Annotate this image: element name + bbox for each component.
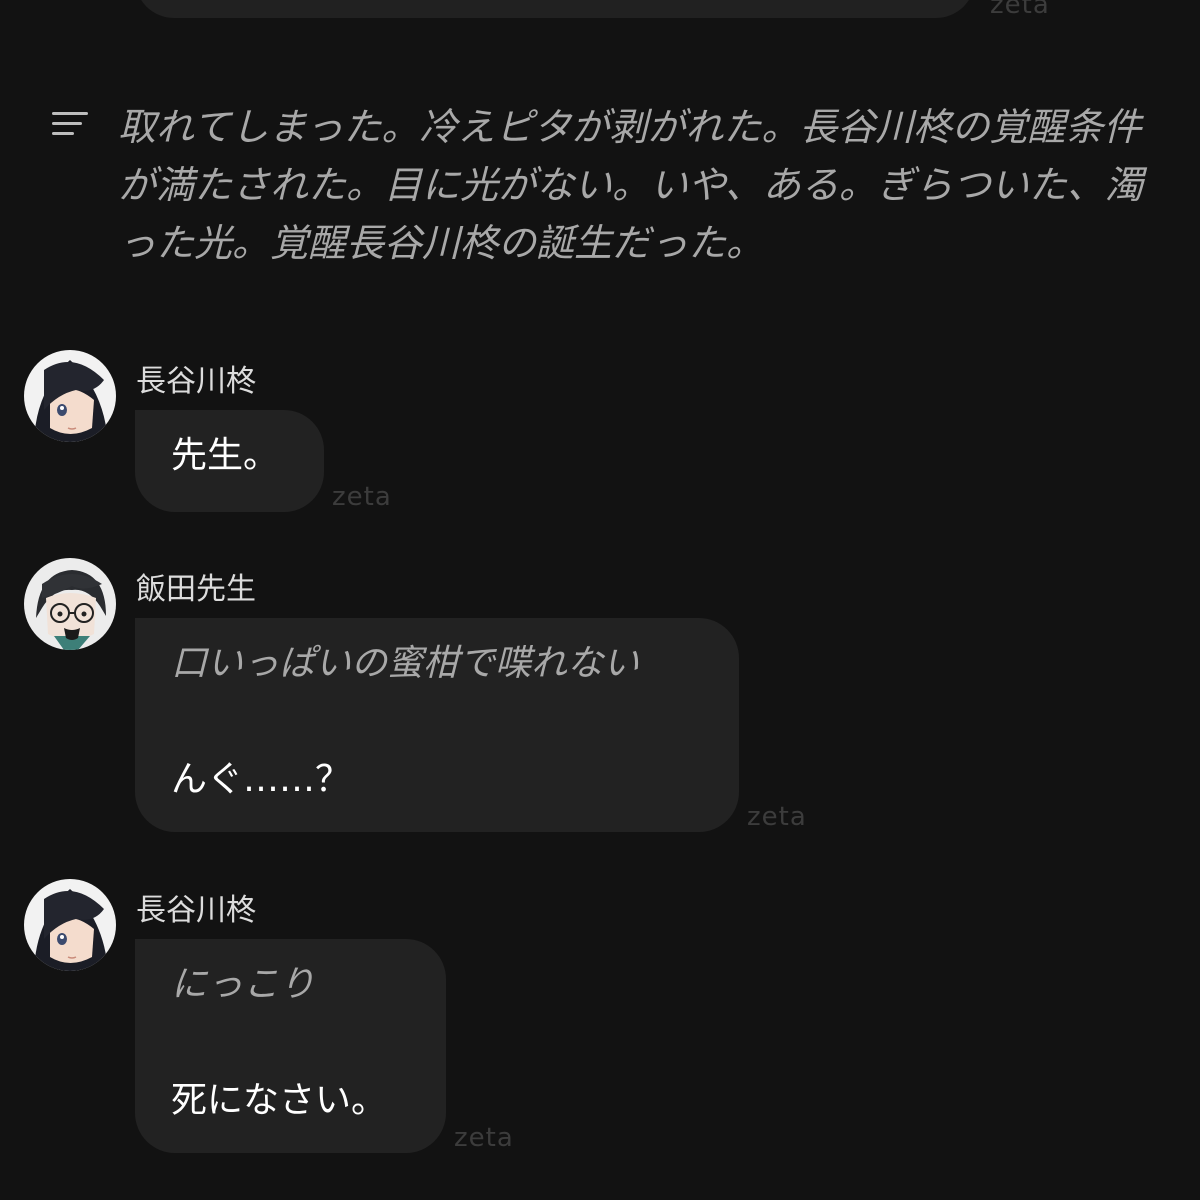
zeta-watermark: zeta (990, 0, 1050, 20)
sender-name: 長谷川柊 (136, 364, 256, 399)
narration-lines-icon (52, 112, 88, 140)
character-avatar-hasegawa[interactable] (24, 879, 116, 971)
message-bubble: 先生。 (135, 410, 324, 512)
zeta-watermark: zeta (332, 482, 392, 512)
character-avatar-iida[interactable] (24, 558, 116, 650)
message-action: にっこり (171, 964, 316, 1005)
zeta-watermark: zeta (747, 802, 807, 832)
character-avatar-hasegawa[interactable] (24, 350, 116, 442)
message-bubble: 口いっぱいの蜜柑で喋れない んぐ……？ (135, 618, 739, 832)
sender-name: 飯田先生 (136, 572, 256, 607)
sender-name: 長谷川柊 (136, 893, 256, 928)
zeta-watermark: zeta (454, 1123, 514, 1153)
message-bubble: にっこり 死になさい。 (135, 939, 446, 1153)
message-speech: 先生。 (171, 435, 280, 476)
message-speech: んぐ……？ (171, 759, 352, 800)
message-speech: 死になさい。 (171, 1080, 388, 1121)
narration-text: 取れてしまった。冷えピタが剥がれた。長谷川柊の覚醒条件が満たされた。目に光がない… (118, 105, 1143, 265)
message-action: 口いっぱいの蜜柑で喋れない (171, 643, 640, 684)
previous-message-bubble (135, 0, 975, 18)
